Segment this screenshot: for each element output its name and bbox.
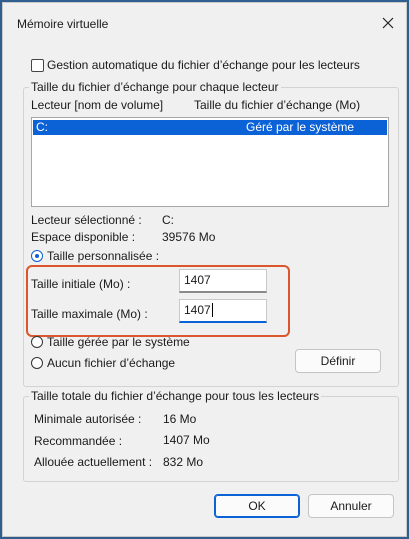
column-header-drive: Lecteur [nom de volume] [31, 98, 164, 112]
min-allowed-value: 16 Mo [163, 412, 197, 426]
custom-size-label: Taille personnalisée : [47, 249, 160, 263]
initial-size-value: 1407 [184, 273, 211, 287]
radio-icon[interactable] [31, 357, 43, 369]
selected-drive-label: Lecteur sélectionné : [31, 213, 142, 227]
text-cursor [211, 303, 213, 317]
radio-icon[interactable] [31, 336, 43, 348]
max-size-input[interactable]: 1407 [179, 299, 267, 323]
recommended-value: 1407 Mo [163, 433, 210, 447]
dialog-title: Mémoire virtuelle [17, 17, 109, 31]
initial-size-label: Taille initiale (Mo) : [31, 277, 131, 291]
virtual-memory-dialog: Mémoire virtuelle Gestion automatique du… [2, 2, 407, 537]
cancel-button[interactable]: Annuler [308, 494, 394, 518]
ok-button[interactable]: OK [214, 494, 300, 518]
allocated-label: Allouée actuellement : [34, 455, 153, 469]
system-managed-label: Taille gérée par le système [47, 335, 190, 349]
no-paging-label: Aucun fichier d’échange [47, 356, 176, 370]
per-drive-group-title: Taille du fichier d’échange pour chaque … [29, 80, 281, 94]
max-size-value: 1407 [184, 303, 211, 317]
close-icon[interactable] [379, 14, 397, 32]
free-space-value: 39576 Mo [162, 230, 216, 244]
selected-drive-value: C: [162, 213, 174, 227]
total-group-title: Taille totale du fichier d’échange pour … [29, 389, 322, 403]
drive-list[interactable]: C: Géré par le système [31, 117, 389, 207]
auto-manage-label: Gestion automatique du fichier d’échange… [47, 58, 360, 72]
set-button[interactable]: Définir [295, 349, 381, 373]
radio-selected-icon[interactable] [31, 250, 43, 262]
title-bar: Mémoire virtuelle [3, 3, 406, 43]
list-item[interactable]: C: Géré par le système [33, 120, 387, 135]
allocated-value: 832 Mo [163, 455, 204, 469]
min-allowed-label: Minimale autorisée : [34, 412, 142, 426]
initial-size-input[interactable]: 1407 [179, 269, 267, 293]
size-cell: Géré par le système [246, 120, 355, 134]
column-header-size: Taille du fichier d’échange (Mo) [194, 98, 361, 112]
checkbox-box[interactable] [31, 59, 44, 72]
drive-cell: C: [36, 120, 48, 134]
max-size-label: Taille maximale (Mo) : [31, 307, 148, 321]
free-space-label: Espace disponible : [31, 230, 136, 244]
recommended-label: Recommandée : [34, 434, 123, 448]
